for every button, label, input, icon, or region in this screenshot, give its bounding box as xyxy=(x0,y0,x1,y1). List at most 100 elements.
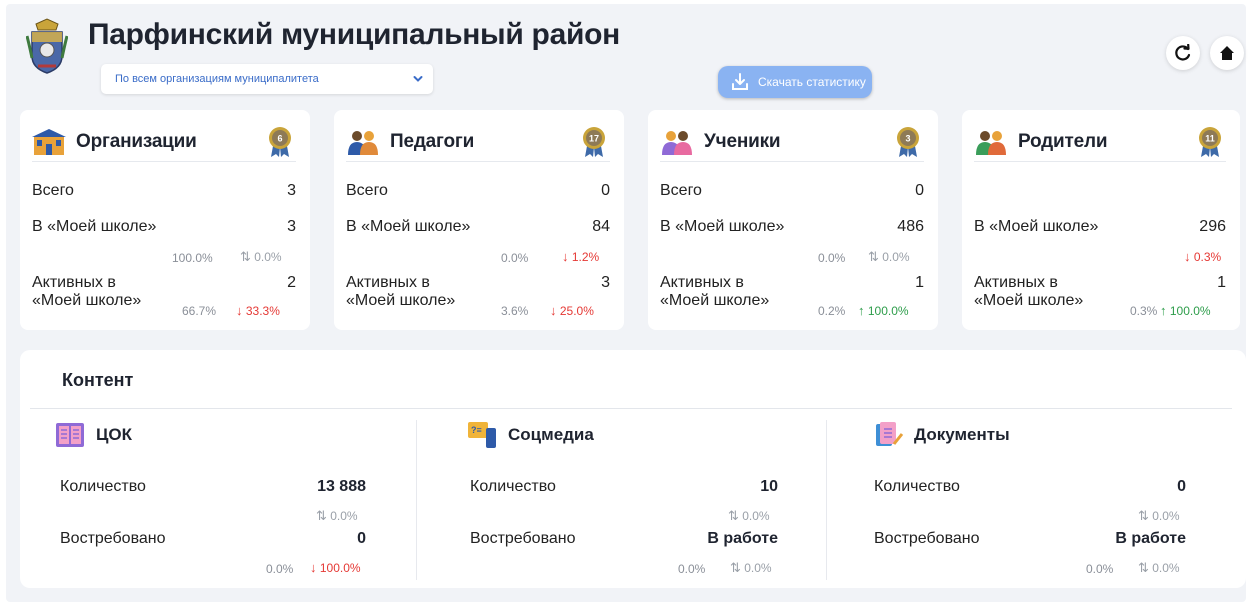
school-value: 296 xyxy=(1199,218,1226,235)
refresh-button[interactable] xyxy=(1166,36,1200,70)
demand-percent: 0.0% xyxy=(678,562,706,576)
quantity-label: Количество xyxy=(874,478,960,495)
school-change: ↓ 0.3% xyxy=(1184,249,1222,264)
quantity-value: 0 xyxy=(1177,478,1186,495)
active-percent: 0.2% xyxy=(818,304,846,318)
medal-value: 6 xyxy=(277,134,282,144)
medal-icon: 3 xyxy=(897,127,919,157)
coat-of-arms-icon xyxy=(26,18,68,74)
stat-card-students: Ученики 3 Всего 0 В «Моей школе» 486 0.0% … xyxy=(648,110,938,330)
school-value: 486 xyxy=(897,218,924,235)
medal-icon: 6 xyxy=(269,127,291,157)
demand-percent: 0.0% xyxy=(266,562,294,576)
card-title: Организации xyxy=(76,130,197,152)
school-label: В «Моей школе» xyxy=(974,218,1099,235)
medal-icon: 17 xyxy=(583,127,605,157)
home-button[interactable] xyxy=(1210,36,1244,70)
svg-text:?≡: ?≡ xyxy=(471,425,482,435)
demand-change: ⇅ 0.0% xyxy=(1138,560,1180,575)
active-percent: 0.3% xyxy=(1130,304,1158,318)
organization-select[interactable]: По всем организациям муниципалитета xyxy=(101,64,433,94)
page-title: Парфинский муниципальный район xyxy=(88,18,620,51)
quantity-change: ⇅ 0.0% xyxy=(728,508,770,523)
demand-value: В работе xyxy=(707,530,778,547)
download-icon xyxy=(732,73,748,90)
content-section-title-socmedia: ?≡ Соцмедиа xyxy=(466,420,594,450)
total-label: Всего xyxy=(660,182,702,199)
quantity-change: ⇅ 0.0% xyxy=(316,508,358,523)
active-change: ↓ 33.3% xyxy=(236,303,280,318)
card-title: Ученики xyxy=(704,130,781,152)
media-icon: ?≡ xyxy=(468,422,496,448)
active-label: Активных в «Моей школе» xyxy=(32,274,142,309)
total-label: Всего xyxy=(346,182,388,199)
content-panel: Контент ЦОК Количество 13 888 ⇅ 0.0% Вос… xyxy=(20,350,1246,588)
demand-label: Востребовано xyxy=(60,530,166,547)
active-value: 1 xyxy=(1217,274,1226,291)
medal-value: 11 xyxy=(1205,134,1215,144)
school-value: 84 xyxy=(592,218,610,235)
quantity-change: ⇅ 0.0% xyxy=(1138,508,1180,523)
download-statistics-button[interactable]: Скачать статистику xyxy=(718,66,872,98)
total-value: 0 xyxy=(601,182,610,199)
quantity-value: 13 888 xyxy=(317,478,366,495)
quantity-value: 10 xyxy=(760,478,778,495)
stat-card-parents: Родители 11 В «Моей школе» 296 ↓ 0.3% Акт… xyxy=(962,110,1240,330)
card-title: Родители xyxy=(1018,130,1108,152)
school-building-icon xyxy=(32,128,66,155)
section-name: Соцмедиа xyxy=(508,425,594,444)
medal-icon: 11 xyxy=(1199,127,1221,157)
refresh-icon xyxy=(1175,44,1191,61)
school-label: В «Моей школе» xyxy=(346,218,471,235)
school-percent: 100.0% xyxy=(172,251,213,265)
quantity-label: Количество xyxy=(60,478,146,495)
book-icon xyxy=(56,423,84,447)
active-percent: 66.7% xyxy=(182,304,217,318)
active-value: 1 xyxy=(915,274,924,291)
section-name: ЦОК xyxy=(96,425,133,444)
school-label: В «Моей школе» xyxy=(32,218,157,235)
medal-value: 17 xyxy=(589,134,599,144)
card-title: Педагоги xyxy=(390,130,475,152)
school-label: В «Моей школе» xyxy=(660,218,785,235)
divider xyxy=(826,420,827,580)
organization-select-value: По всем организациям муниципалитета xyxy=(115,73,319,85)
school-change: ↓ 1.2% xyxy=(562,249,600,264)
divider xyxy=(30,408,1232,409)
school-change: ⇅ 0.0% xyxy=(240,249,282,264)
demand-percent: 0.0% xyxy=(1086,562,1114,576)
content-section-title-cok: ЦОК xyxy=(54,420,132,450)
medal-value: 3 xyxy=(905,134,910,144)
home-icon xyxy=(1220,46,1234,60)
parents-icon xyxy=(976,130,1006,155)
demand-value: В работе xyxy=(1115,530,1186,547)
total-label: Всего xyxy=(32,182,74,199)
total-value: 3 xyxy=(287,182,296,199)
demand-change: ⇅ 0.0% xyxy=(730,560,772,575)
quantity-label: Количество xyxy=(470,478,556,495)
documents-icon xyxy=(876,422,904,446)
chevron-down-icon xyxy=(413,76,423,82)
demand-label: Востребовано xyxy=(470,530,576,547)
divider xyxy=(416,420,417,580)
active-change: ↑ 100.0% xyxy=(1160,303,1211,318)
section-name: Документы xyxy=(914,425,1010,444)
demand-value: 0 xyxy=(357,530,366,547)
school-percent: 0.0% xyxy=(818,251,846,265)
school-value: 3 xyxy=(287,218,296,235)
content-title: Контент xyxy=(62,370,134,390)
active-change: ↓ 25.0% xyxy=(550,303,594,318)
school-percent: 0.0% xyxy=(501,251,529,265)
download-statistics-label: Скачать статистику xyxy=(758,75,866,89)
active-label: Активных в «Моей школе» xyxy=(346,274,456,309)
demand-label: Востребовано xyxy=(874,530,980,547)
stat-card-organizations: Организации 6 Всего 3 В «Моей школе» 3 100… xyxy=(20,110,310,330)
stat-card-teachers: Педагоги 17 Всего 0 В «Моей школе» 84 0.0%… xyxy=(334,110,624,330)
school-change: ⇅ 0.0% xyxy=(868,249,910,264)
demand-change: ↓ 100.0% xyxy=(310,560,361,575)
teachers-icon xyxy=(348,130,378,155)
active-change: ↑ 100.0% xyxy=(858,303,909,318)
content-section-title-documents: Документы xyxy=(872,420,1010,450)
total-value: 0 xyxy=(915,182,924,199)
active-value: 2 xyxy=(287,274,296,291)
